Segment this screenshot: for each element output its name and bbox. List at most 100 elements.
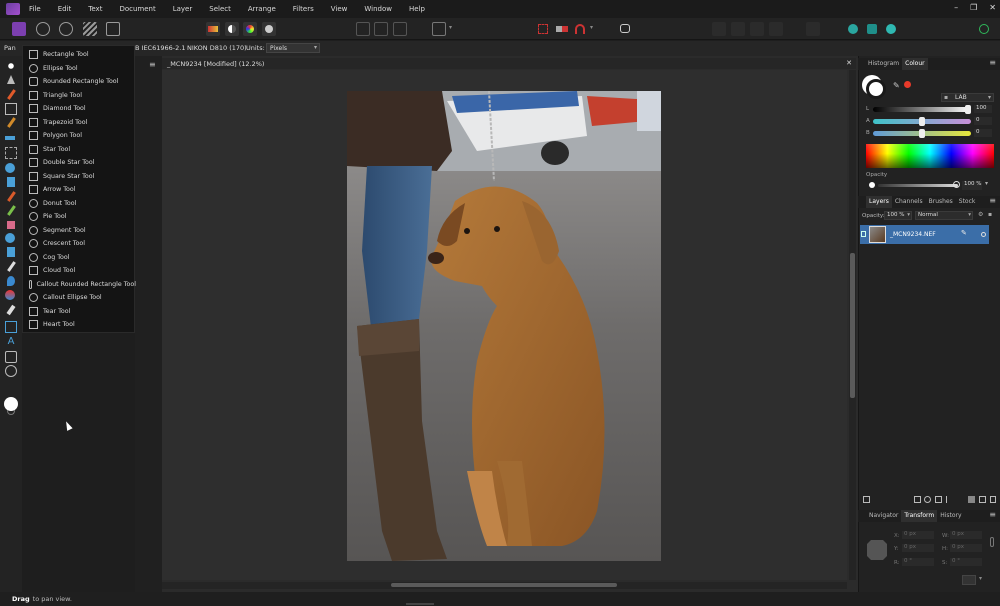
arrange-icon[interactable]: [806, 22, 820, 36]
menu-select[interactable]: Select: [209, 5, 231, 13]
menu-text[interactable]: Text: [88, 5, 102, 13]
flyout-item[interactable]: Arrow Tool: [23, 183, 136, 197]
erase-brush-icon[interactable]: [5, 219, 17, 231]
crop-icon[interactable]: [5, 103, 17, 115]
slider-value[interactable]: 100: [974, 105, 992, 113]
mask-icon[interactable]: [914, 496, 921, 503]
adjustment-layer-icon[interactable]: [846, 22, 860, 36]
flyout-item[interactable]: Cog Tool: [23, 251, 136, 265]
hand-icon[interactable]: [5, 60, 17, 72]
affinity-photo-logo-icon[interactable]: [6, 3, 20, 15]
colour-swatch-icon[interactable]: [866, 79, 886, 99]
rotation-field[interactable]: 0 °: [902, 558, 934, 566]
align-left-icon[interactable]: [712, 22, 726, 36]
tab-layers[interactable]: Layers: [866, 196, 892, 208]
horizontal-scroll-thumb[interactable]: [391, 583, 617, 587]
menu-window[interactable]: Window: [364, 5, 392, 13]
magnet-icon[interactable]: [573, 22, 587, 36]
menu-document[interactable]: Document: [119, 5, 155, 13]
flyout-item[interactable]: Ellipse Tool: [23, 62, 136, 76]
horizontal-scrollbar[interactable]: [162, 582, 847, 589]
delete-layer-icon[interactable]: [990, 496, 996, 503]
chevron-down-icon[interactable]: ▾: [985, 180, 988, 187]
auto-levels-icon[interactable]: [206, 22, 220, 36]
colour-model-select[interactable]: ▪ LAB ▾: [941, 93, 994, 102]
flyout-item[interactable]: Donut Tool: [23, 197, 136, 211]
flyout-item[interactable]: Rounded Rectangle Tool: [23, 75, 136, 89]
slider-value[interactable]: 0: [974, 129, 992, 137]
adjustment-icon[interactable]: [924, 496, 931, 503]
shear-field[interactable]: 0 °: [950, 558, 982, 566]
x-field[interactable]: 0 px: [902, 531, 934, 539]
visibility-icon[interactable]: [981, 232, 986, 237]
brush-icon[interactable]: [5, 191, 17, 203]
tab-history[interactable]: History: [937, 510, 964, 522]
auto-colors-icon[interactable]: [243, 22, 257, 36]
lightness-slider[interactable]: [873, 107, 971, 112]
close-document-icon[interactable]: ✕: [846, 59, 852, 67]
flyout-item[interactable]: Heart Tool: [23, 318, 136, 332]
opacity-value[interactable]: 100 %: [962, 181, 982, 190]
selection-box-icon[interactable]: [555, 22, 569, 36]
auto-white-balance-icon[interactable]: [262, 22, 276, 36]
tab-stock[interactable]: Stock: [956, 196, 979, 208]
chevron-down-icon[interactable]: ▾: [449, 24, 452, 31]
selection-mode-new-icon[interactable]: [356, 22, 370, 36]
folder-icon[interactable]: [968, 496, 975, 503]
move-icon[interactable]: [5, 75, 17, 87]
inpainting-icon[interactable]: [5, 290, 17, 302]
eyedropper-icon[interactable]: ✎: [893, 81, 903, 91]
anchor-point-icon[interactable]: [867, 540, 887, 560]
restore-button[interactable]: ❐: [970, 3, 977, 12]
hamburger-icon[interactable]: ≡: [989, 510, 996, 519]
snapping-icon[interactable]: [536, 22, 550, 36]
flyout-item[interactable]: Diamond Tool: [23, 102, 136, 116]
dodge-icon[interactable]: [5, 233, 17, 245]
primary-colour-icon[interactable]: [4, 397, 18, 411]
flyout-item[interactable]: Trapezoid Tool: [23, 116, 136, 130]
hamburger-icon[interactable]: ≡: [149, 60, 156, 69]
flood-select-icon[interactable]: [5, 131, 17, 143]
selection-mode-subtract-icon[interactable]: [374, 22, 388, 36]
selection-brush-icon[interactable]: [5, 147, 17, 159]
quick-mask-icon[interactable]: [432, 22, 446, 36]
layer-opacity-field[interactable]: 100 % ▾: [884, 211, 912, 220]
align-top-icon[interactable]: [769, 22, 783, 36]
layer-expand-icon[interactable]: [861, 231, 866, 237]
hamburger-icon[interactable]: ≡: [989, 58, 996, 67]
align-center-icon[interactable]: [731, 22, 745, 36]
layer-fx-icon[interactable]: [865, 22, 879, 36]
flyout-item[interactable]: Square Star Tool: [23, 170, 136, 184]
export-persona-icon[interactable]: [106, 22, 120, 36]
fill-icon[interactable]: [5, 177, 17, 189]
add-group-icon[interactable]: [863, 496, 870, 503]
smudge-icon[interactable]: [5, 261, 17, 273]
paint-brush-icon[interactable]: [5, 89, 17, 101]
menu-file[interactable]: File: [29, 5, 41, 13]
menu-layer[interactable]: Layer: [173, 5, 193, 13]
document-tab[interactable]: _MCN9234 [Modified] (12.2%) ✕: [162, 58, 856, 69]
assistant-icon[interactable]: [618, 22, 632, 36]
flyout-item[interactable]: Triangle Tool: [23, 89, 136, 103]
zoom-icon[interactable]: [5, 365, 17, 377]
align-right-icon[interactable]: [750, 22, 764, 36]
clone-icon[interactable]: [5, 247, 17, 259]
y-field[interactable]: 0 px: [902, 544, 934, 552]
flyout-item[interactable]: Double Star Tool: [23, 156, 136, 170]
flyout-item[interactable]: Pie Tool: [23, 210, 136, 224]
vertical-scrollbar[interactable]: [849, 70, 856, 580]
colour-spectrum[interactable]: [866, 144, 994, 168]
flyout-item[interactable]: Polygon Tool: [23, 129, 136, 143]
tab-transform[interactable]: Transform: [901, 510, 938, 522]
live-filter-layer-icon[interactable]: [946, 496, 951, 503]
flyout-item[interactable]: Callout Ellipse Tool: [23, 291, 136, 305]
slider-handle[interactable]: [965, 105, 971, 114]
tab-brushes[interactable]: Brushes: [926, 196, 956, 208]
flyout-item[interactable]: Crescent Tool: [23, 237, 136, 251]
menu-view[interactable]: View: [331, 5, 348, 13]
settings-icon[interactable]: ⚙: [978, 211, 983, 218]
close-window-button[interactable]: ✕: [989, 3, 996, 12]
photo-persona-icon[interactable]: [12, 22, 26, 36]
units-select[interactable]: Pixels ▾: [266, 43, 320, 53]
tone-mapping-persona-icon[interactable]: [83, 22, 97, 36]
